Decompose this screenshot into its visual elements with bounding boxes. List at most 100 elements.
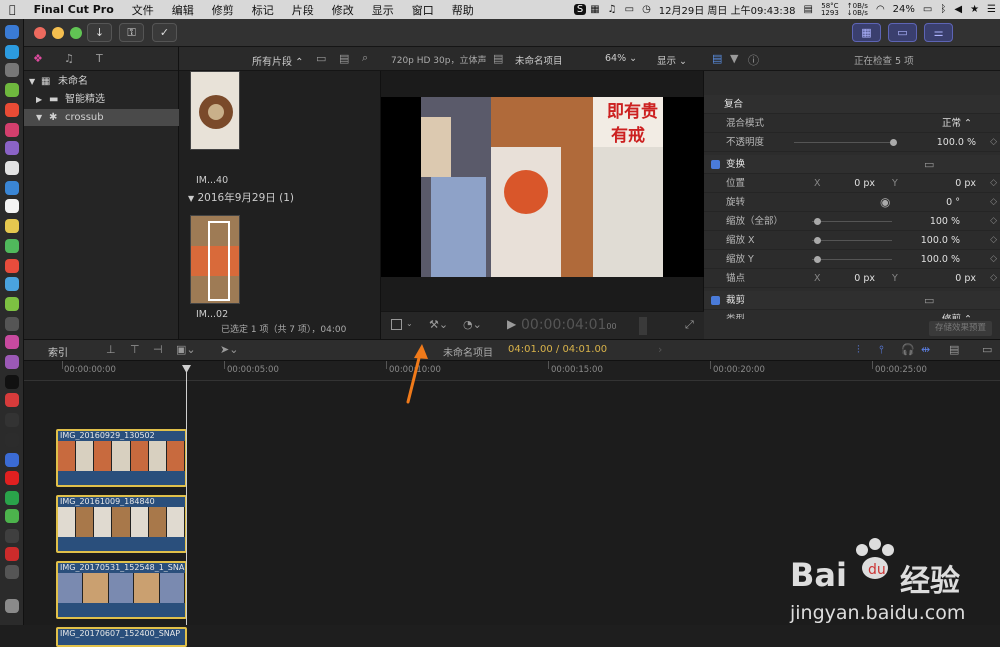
insert-clip-icon[interactable]: ⊤ [130,343,140,356]
video-inspector-tab-icon[interactable]: ▤ [712,52,722,65]
message-icon[interactable]: ▭ [621,4,638,15]
dock-app14-icon[interactable] [5,297,19,311]
library-item-smart[interactable]: ▶ ▬ 智能精选 [24,91,179,108]
opacity-slider-knob[interactable] [890,139,897,146]
browser-toggle-button[interactable]: ▦ [852,23,881,42]
clip-filter-dropdown[interactable]: 所有片段 ⌃ [252,53,304,68]
import-button[interactable]: ↓ [87,23,112,42]
temperature-readout[interactable]: 58°C 1293 [817,2,843,17]
clip-thumbnail-2[interactable] [190,215,240,304]
dock-calendar-icon[interactable] [5,199,19,213]
zoom-window-button[interactable] [70,27,82,39]
date-group-header[interactable]: ▼ 2016年9月29日 (1) [188,190,294,205]
menu-clip[interactable]: 片段 [283,2,323,18]
connect-clip-icon[interactable]: ⊥ [106,343,116,356]
viewer-canvas[interactable]: 即有贵 有戒 [381,97,704,277]
battery-icon[interactable]: ▭ [919,4,936,15]
apple-icon[interactable]:  [0,3,25,16]
dock-app19-icon[interactable] [5,393,19,407]
star-icon[interactable]: ★ [966,4,983,15]
audio-skimming-icon[interactable]: ⫶ [857,343,860,357]
scale-x-slider-knob[interactable] [814,237,821,244]
dock-app24-icon[interactable] [5,491,19,505]
dock-app10-icon[interactable] [5,219,19,233]
dock-launchpad-icon[interactable] [5,63,19,77]
library-item-event[interactable]: ▼ ✱ crossub [24,109,179,126]
position-x-value[interactable]: 0 px [854,174,875,193]
search-icon[interactable]: ⌕ [362,51,368,65]
anchor-y-value[interactable]: 0 px [955,269,976,288]
libraries-icon[interactable]: ❖ [33,52,43,65]
dock-trash-icon[interactable] [5,599,19,613]
keyframe-icon[interactable]: ◇ [990,212,997,231]
dock-app18-icon[interactable] [5,375,19,389]
effects-browser-icon[interactable]: ▭ [982,343,992,356]
library-item-root[interactable]: ▼ ▦ 未命名 [24,73,179,90]
composite-section[interactable]: 复合 [704,95,1000,114]
dock-app17-icon[interactable] [5,355,19,369]
menu-mark[interactable]: 标记 [243,2,283,18]
transform-checkbox[interactable] [711,160,720,169]
music-icon[interactable]: ♫ [604,4,621,15]
volume-icon[interactable]: ◀ [950,4,966,15]
scale-all-value[interactable]: 100 % [930,212,960,231]
scale-y-slider-knob[interactable] [814,256,821,263]
skimming-icon[interactable]: ⫯ [879,343,884,357]
snapping-icon[interactable]: ⇹ [921,343,930,356]
dock-finder-icon[interactable] [5,25,19,39]
timeline-clip[interactable]: IMG_20170531_152548_1_SNAP [56,561,187,619]
save-preset-label[interactable]: 存储效果预置 [928,321,992,336]
crop-onscreen-icon[interactable]: ▭ [924,291,934,310]
info-inspector-tab-icon[interactable]: ⓘ [748,52,759,68]
timeline-clip[interactable]: IMG_20170607_152400_SNAP [56,627,187,647]
menu-help[interactable]: 帮助 [443,2,483,18]
bluetooth-icon[interactable]: ᛒ [936,4,950,15]
background-tasks-button[interactable]: ✓ [152,23,177,42]
dock-app8-icon[interactable] [5,181,19,195]
datetime[interactable]: 12月29日 周日 上午09:43:38 [655,2,800,17]
transform-tool-icon[interactable] [391,319,402,330]
menu-trim[interactable]: 修剪 [203,2,243,18]
dock-app7-icon[interactable] [5,161,19,175]
blend-mode-dropdown[interactable]: 正常 ⌃ [942,114,972,133]
filmstrip-icon[interactable]: ▤ [339,52,349,65]
battery-percent[interactable]: 24% [889,4,919,15]
transform-onscreen-icon[interactable]: ▭ [924,155,934,174]
scale-y-slider[interactable] [812,256,892,263]
overwrite-clip-icon[interactable]: ▣⌄ [176,343,196,356]
dock-app26-icon[interactable] [5,529,19,543]
anchor-x-value[interactable]: 0 px [854,269,875,288]
keyframe-icon[interactable]: ◇ [990,193,997,212]
timeline-toggle-button[interactable]: ▭ [888,23,917,42]
app-menu[interactable]: Final Cut Pro [25,3,123,16]
dock-app25-icon[interactable] [5,509,19,523]
scale-x-value[interactable]: 100.0 % [921,231,960,250]
keyframe-icon[interactable]: ◇ [990,174,997,193]
minimize-window-button[interactable] [52,27,64,39]
photos-audio-icon[interactable]: ♫ [64,52,74,65]
dock-app13-icon[interactable] [5,277,19,291]
dock-android-icon[interactable] [5,83,19,97]
list-icon[interactable]: ☰ [983,4,1000,15]
select-tool-icon[interactable]: ➤⌄ [220,343,238,356]
menu-modify[interactable]: 修改 [323,2,363,18]
dock-app15-icon[interactable] [5,317,19,331]
dock-chrome-icon[interactable] [5,103,19,117]
keyframe-icon[interactable]: ◇ [990,269,997,288]
timeline-clip[interactable]: IMG_20160929_130502 [56,429,187,487]
viewer-display-dropdown[interactable]: 显示 ⌄ [657,53,687,67]
enhance-wand-icon[interactable]: ⚒⌄ [429,318,448,331]
scale-y-value[interactable]: 100.0 % [921,250,960,269]
timeline-ruler[interactable]: 00:00:00:00 00:00:05:00 00:00:10:00 00:0… [24,361,1000,381]
crop-section[interactable]: 裁剪 ▭ [704,291,1000,310]
dock-app21-icon[interactable] [5,433,19,447]
menu-view[interactable]: 显示 [363,2,403,18]
inspector-toggle-button[interactable]: ⚌ [924,23,953,42]
dock-safari-icon[interactable] [5,45,19,59]
dock-app28-icon[interactable] [5,565,19,579]
clip-thumbnail-1[interactable] [190,71,240,150]
opacity-slider[interactable] [794,139,897,146]
keyframe-icon[interactable]: ◇ [990,250,997,269]
dock-app16-icon[interactable] [5,335,19,349]
color-inspector-tab-icon[interactable]: ▼ [730,52,738,65]
